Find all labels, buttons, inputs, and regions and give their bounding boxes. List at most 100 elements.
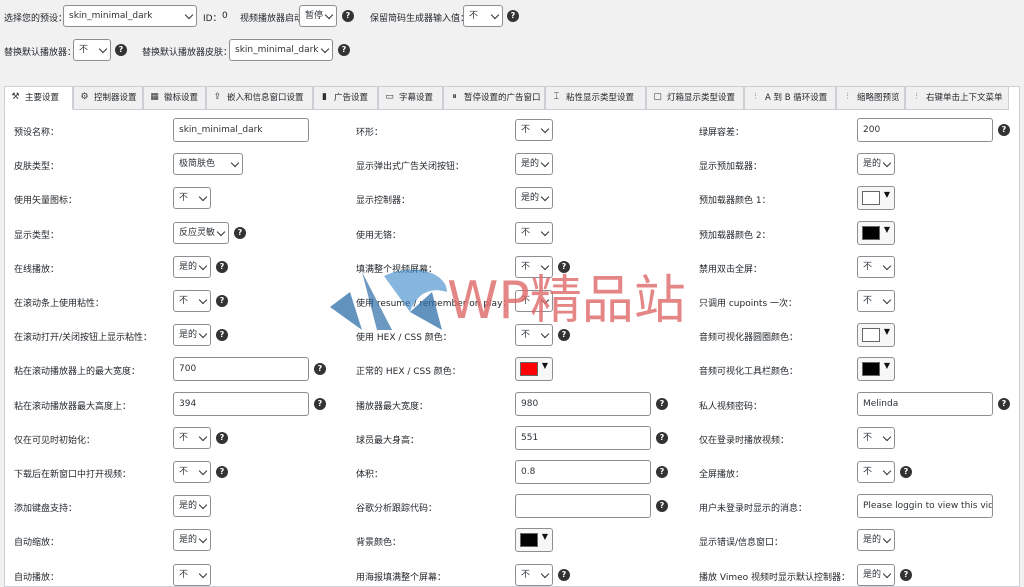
tab-1[interactable]: ⚒ 主要设置	[4, 86, 73, 110]
color-picker[interactable]: ▼	[515, 528, 553, 553]
select-dropdown[interactable]: 是的	[173, 324, 211, 347]
help-icon[interactable]: ?	[216, 260, 228, 273]
tab-11[interactable]: ⫶ 缩略图预览	[836, 86, 905, 110]
select-dropdown[interactable]: 是的	[857, 153, 895, 176]
help-icon[interactable]: ?	[507, 10, 519, 22]
select-dropdown[interactable]: 反应灵敏	[173, 221, 229, 244]
select-dropdown[interactable]: 不	[515, 255, 553, 278]
text-input[interactable]: Please loggin to view this video	[857, 494, 993, 519]
help-icon[interactable]: ?	[314, 397, 326, 410]
help-icon[interactable]: ?	[558, 260, 570, 273]
tab-12[interactable]: ⫶ 右键单击上下文菜单	[905, 86, 1009, 110]
field-label: 在线播放：	[14, 264, 60, 275]
help-icon[interactable]: ?	[900, 466, 912, 478]
select-dropdown[interactable]: 不	[173, 563, 211, 586]
select-dropdown[interactable]: 不	[515, 221, 553, 244]
chevron-down-icon	[324, 10, 334, 20]
select-dropdown[interactable]: 极简肤色	[173, 153, 243, 176]
select-dropdown[interactable]: 不	[515, 119, 553, 141]
field-label: 填满整个视频屏幕：	[356, 264, 438, 275]
tab-label: 徽标设置	[164, 93, 199, 103]
tab-10[interactable]: ⫶ A 到 B 循环设置	[744, 86, 836, 110]
select-dropdown[interactable]: 是的	[857, 563, 895, 586]
select-dropdown[interactable]: 不	[515, 290, 553, 312]
replace-default-player-select[interactable]: 不	[73, 39, 111, 61]
text-input[interactable]: 394	[173, 391, 309, 416]
text-input[interactable]: Melinda	[857, 391, 993, 416]
input-value: 200	[863, 125, 881, 135]
field-label: 体积：	[356, 470, 384, 480]
help-icon[interactable]: ?	[115, 44, 127, 56]
tab-9[interactable]: ▢ 灯箱显示类型设置	[646, 86, 744, 110]
help-icon[interactable]: ?	[900, 568, 912, 581]
color-picker[interactable]: ▼	[515, 357, 553, 382]
keep-shortcode-select[interactable]: 不	[463, 5, 503, 27]
help-icon[interactable]: ?	[216, 431, 228, 444]
text-input[interactable]	[515, 494, 651, 519]
help-icon[interactable]: ?	[338, 44, 350, 56]
select-value: 反应灵敏	[179, 227, 216, 238]
tab-6[interactable]: ▭ 字幕设置	[378, 86, 443, 110]
field-label: 球员最大身高：	[356, 435, 420, 446]
field-label: 仅在可见时初始化：	[14, 435, 96, 446]
help-icon[interactable]: ?	[216, 466, 228, 478]
select-dropdown[interactable]: 不	[857, 290, 895, 312]
text-input[interactable]: 200	[857, 118, 993, 142]
select-dropdown[interactable]: 是的	[857, 529, 895, 552]
text-input[interactable]: skin_minimal_dark	[173, 118, 309, 142]
chevron-down-icon	[198, 329, 208, 339]
field-label: 自动缩放：	[14, 538, 60, 549]
select-dropdown[interactable]: 是的	[173, 255, 211, 278]
select-dropdown[interactable]: 不	[857, 461, 895, 483]
tab-7[interactable]: ⏸ 暂停设置的广告窗口	[443, 86, 545, 110]
help-icon[interactable]: ?	[234, 226, 246, 239]
preset-select[interactable]: skin_minimal_dark	[63, 5, 197, 27]
select-dropdown[interactable]: 不	[515, 563, 553, 586]
id-value: 0	[222, 11, 228, 21]
select-dropdown[interactable]: 是的	[515, 187, 553, 210]
input-value: 980	[521, 398, 539, 409]
tab-label: 字幕设置	[399, 93, 434, 103]
help-icon[interactable]: ?	[656, 397, 668, 410]
text-input[interactable]: 980	[515, 391, 651, 416]
text-input[interactable]: 0.8	[515, 460, 651, 484]
wrench-icon: ⚒	[11, 92, 20, 102]
text-input[interactable]: 551	[515, 425, 651, 450]
text-input[interactable]: 700	[173, 357, 309, 382]
field-label: 自动播放：	[14, 572, 60, 583]
color-picker[interactable]: ▼	[857, 220, 895, 245]
select-dropdown[interactable]: 不	[173, 461, 211, 483]
keep-shortcode-label: 保留简码生成器输入值：	[370, 14, 470, 24]
tab-3[interactable]: ▦ 徽标设置	[143, 86, 206, 110]
tab-4[interactable]: ⇪ 嵌入和信息窗口设置	[206, 86, 313, 110]
autoplay-behavior-select[interactable]: 暂停	[299, 5, 337, 27]
color-picker[interactable]: ▼	[857, 186, 895, 211]
tab-2[interactable]: ⚙ 控制器设置	[73, 86, 143, 110]
help-icon[interactable]: ?	[342, 10, 354, 22]
help-icon[interactable]: ?	[656, 431, 668, 444]
help-icon[interactable]: ?	[998, 124, 1010, 136]
tab-label: 右键单击上下文菜单	[926, 93, 1003, 103]
select-dropdown[interactable]: 不	[173, 187, 211, 210]
color-picker[interactable]: ▼	[857, 357, 895, 382]
select-dropdown[interactable]: 是的	[515, 153, 553, 176]
help-icon[interactable]: ?	[558, 568, 570, 581]
select-dropdown[interactable]: 是的	[173, 529, 211, 552]
tab-5[interactable]: ▮ 广告设置	[313, 86, 378, 110]
select-dropdown[interactable]: 不	[515, 324, 553, 347]
select-dropdown[interactable]: 不	[173, 290, 211, 312]
help-icon[interactable]: ?	[998, 397, 1010, 410]
tab-label: 灯箱显示类型设置	[667, 93, 736, 103]
color-picker[interactable]: ▼	[857, 323, 895, 348]
select-dropdown[interactable]: 不	[173, 426, 211, 449]
select-dropdown[interactable]: 不	[857, 255, 895, 278]
select-dropdown[interactable]: 是的	[173, 495, 211, 518]
select-dropdown[interactable]: 不	[857, 426, 895, 449]
tab-label: A 到 B 循环设置	[765, 93, 828, 103]
tab-8[interactable]: ⌶ 粘性显示类型设置	[545, 86, 646, 110]
help-icon[interactable]: ?	[656, 466, 668, 478]
help-icon[interactable]: ?	[216, 295, 228, 307]
select-value: 不	[521, 227, 531, 238]
replace-default-skin-select[interactable]: skin_minimal_dark	[229, 39, 333, 61]
replace-default-skin-label: 替换默认播放器皮肤：	[142, 48, 233, 58]
